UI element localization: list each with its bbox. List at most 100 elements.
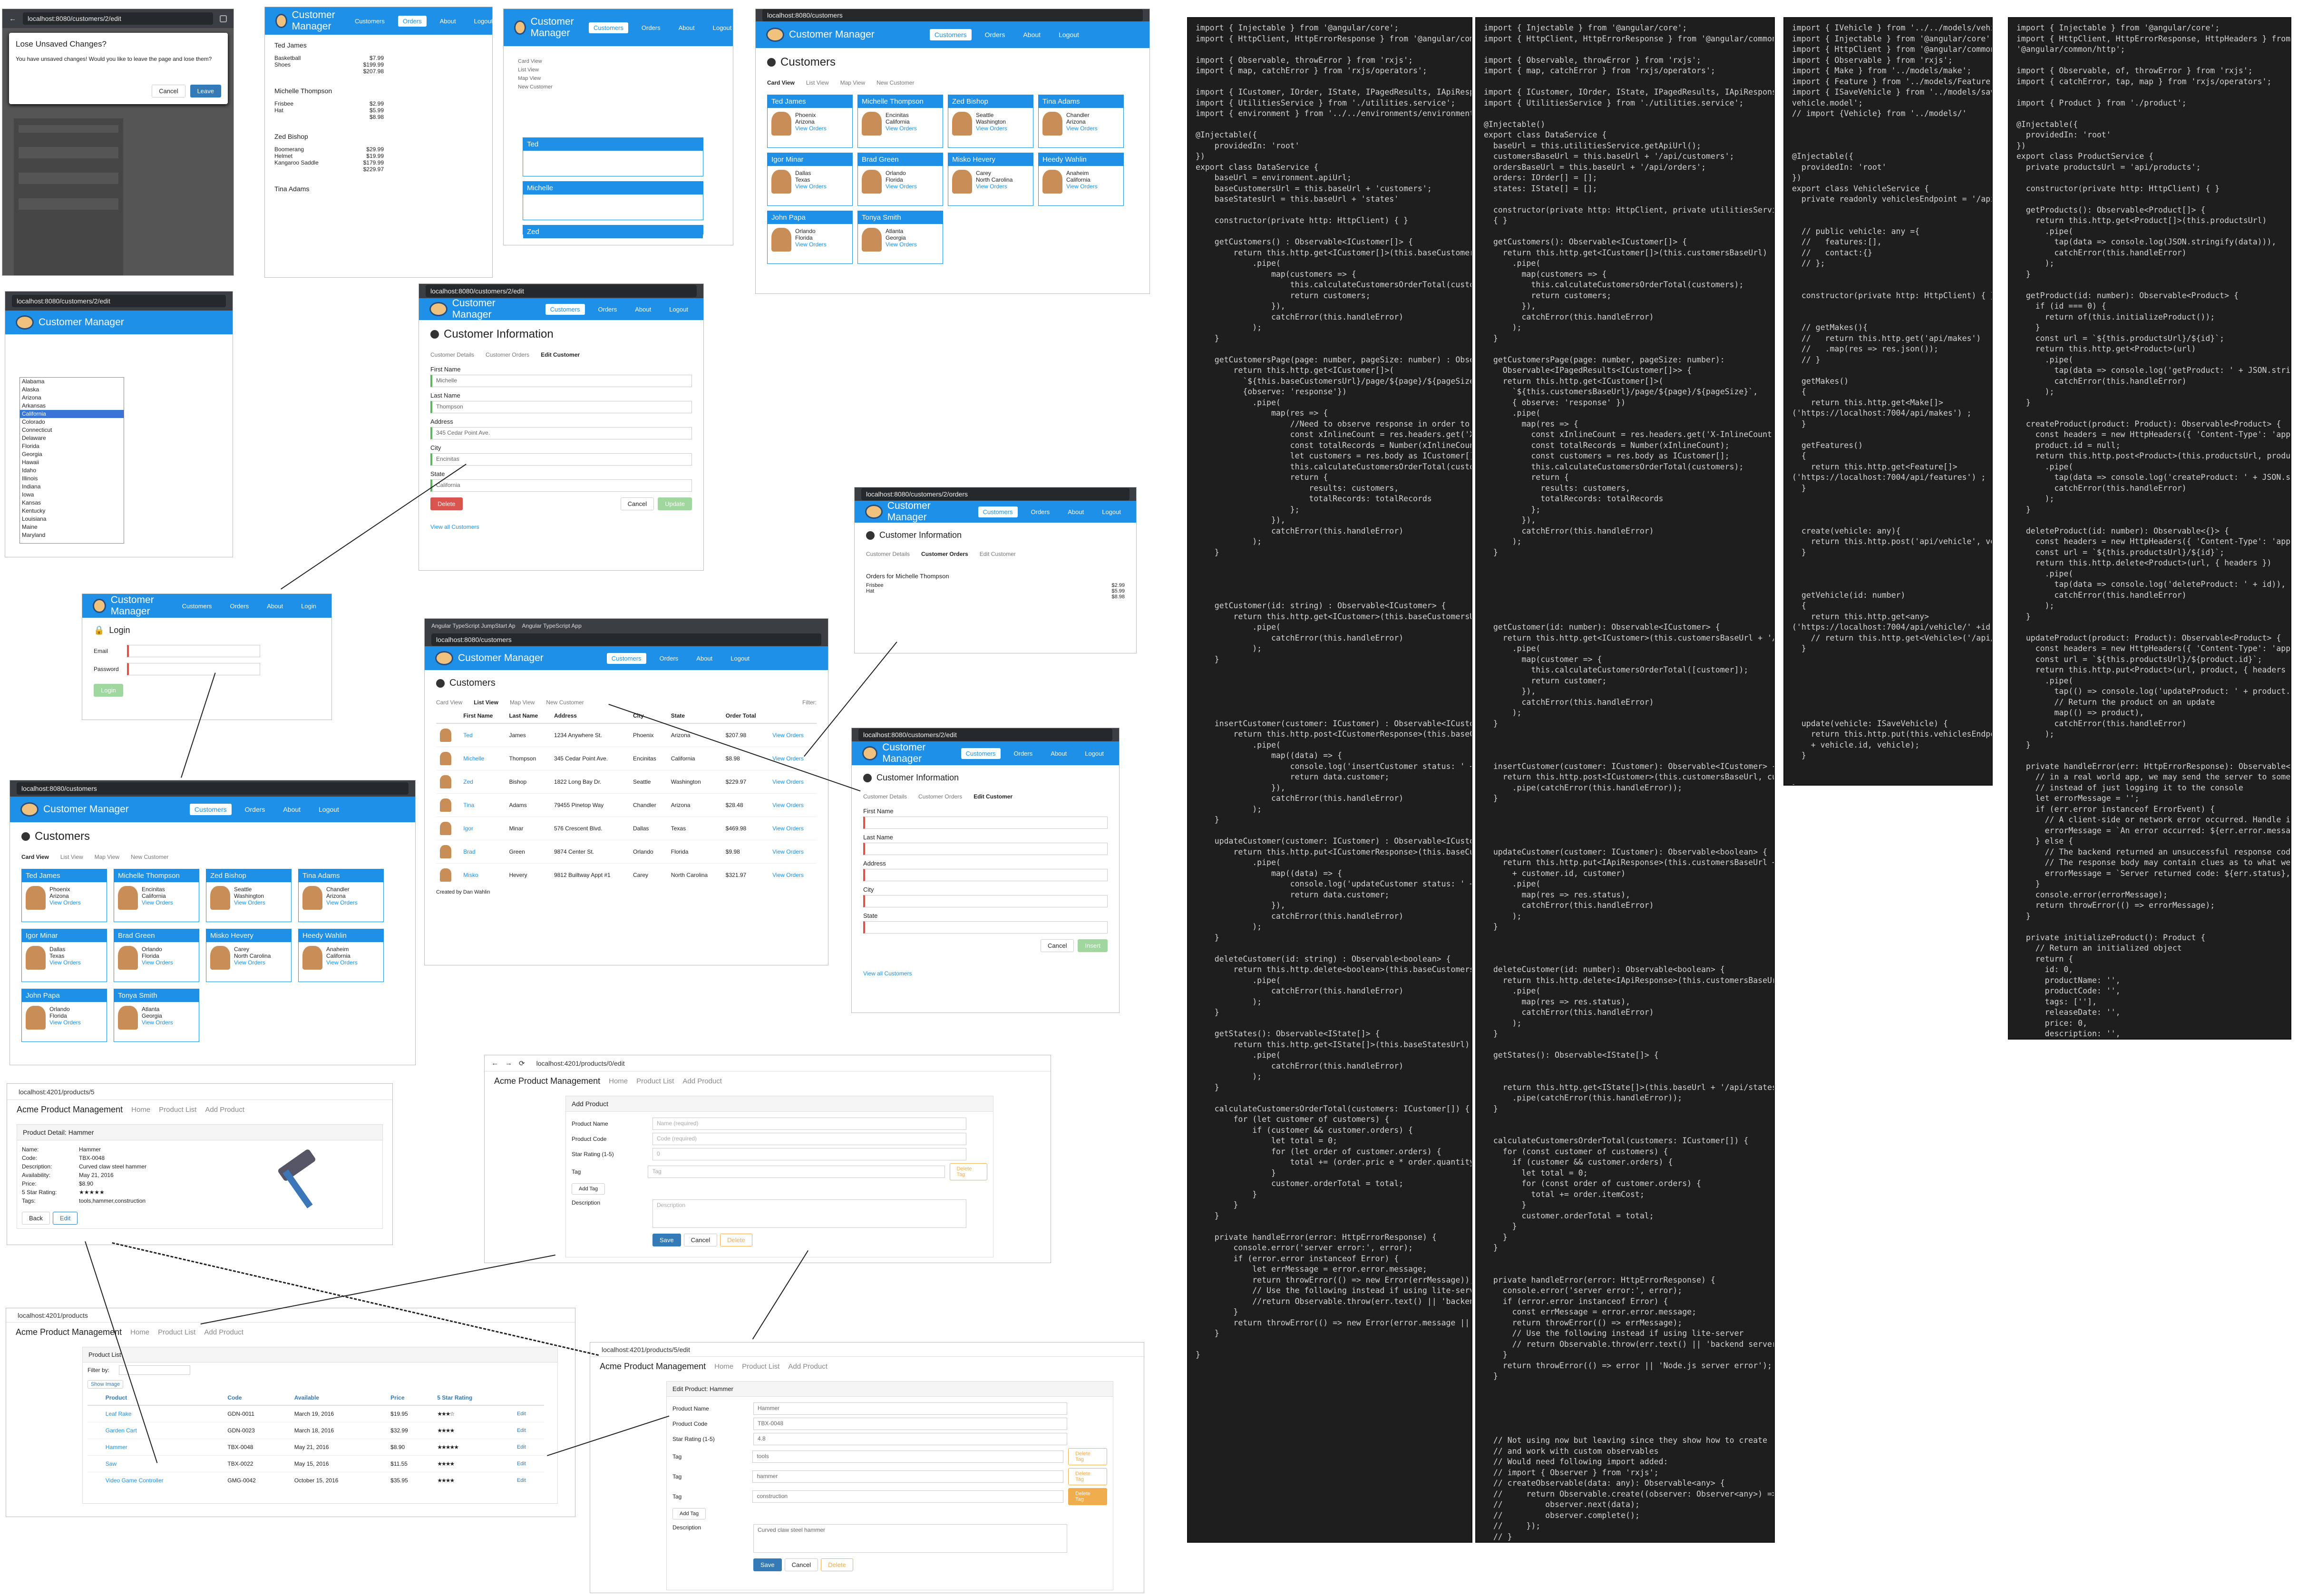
state-option[interactable]: Arizona: [20, 394, 124, 402]
dialog-cancel-button[interactable]: Cancel: [152, 85, 185, 97]
state-option[interactable]: Kentucky: [20, 507, 124, 515]
view-orders-link[interactable]: View Orders: [886, 125, 917, 132]
nav-about[interactable]: About: [630, 304, 656, 315]
acme-brand[interactable]: Acme Product Management: [17, 1105, 123, 1115]
first-name-cell[interactable]: Michelle: [459, 747, 506, 770]
customer-card[interactable]: Michelle Thompson Encinitas California View…: [857, 95, 943, 148]
field-input[interactable]: 0: [652, 1148, 966, 1160]
state-option[interactable]: Hawaii: [20, 458, 124, 467]
last-name-input[interactable]: Thompson: [430, 401, 692, 413]
customer-card[interactable]: Brad Green Orlando Florida View Orders: [857, 153, 943, 206]
menu-icon[interactable]: [220, 15, 227, 22]
description-input[interactable]: Description: [652, 1199, 966, 1228]
brand[interactable]: Customer Manager: [766, 28, 875, 42]
tab-orders[interactable]: Customer Orders: [918, 793, 962, 800]
customer-card[interactable]: Ted James Phoenix Arizona View Orders: [21, 869, 107, 922]
state-select[interactable]: California: [430, 479, 692, 492]
view-orders-link[interactable]: View Orders: [142, 899, 173, 906]
customer-card[interactable]: John Papa Orlando Florida View Orders: [767, 211, 853, 264]
customer-card[interactable]: Ted James Phoenix Arizona View Orders: [767, 95, 853, 148]
tab-list-view[interactable]: List View: [806, 79, 829, 86]
nav-orders[interactable]: Orders: [594, 304, 622, 315]
view-orders-link[interactable]: View Orders: [234, 899, 265, 906]
nav-about[interactable]: About: [1046, 748, 1071, 759]
tab-card-view[interactable]: Card View: [21, 854, 49, 860]
city-input[interactable]: [863, 895, 1108, 907]
view-orders-link[interactable]: View Orders: [326, 899, 358, 906]
url-bar[interactable]: localhost:4201/products/5: [14, 1085, 386, 1098]
delete-tag-button[interactable]: Delete Tag: [1068, 1488, 1107, 1505]
description-input[interactable]: Curved claw steel hammer: [753, 1524, 1067, 1553]
nav-orders[interactable]: Orders: [225, 601, 253, 612]
nav-home[interactable]: Home: [130, 1328, 149, 1336]
card-title[interactable]: Ted James: [22, 869, 107, 882]
tab-map-view[interactable]: Map View: [95, 854, 119, 860]
card-title[interactable]: Michelle Thompson: [114, 869, 199, 882]
nav-about[interactable]: About: [278, 804, 305, 815]
url-bar[interactable]: localhost:4201/products/0/edit: [531, 1057, 1044, 1070]
brand[interactable]: Customer Manager: [93, 594, 169, 617]
view-orders-link[interactable]: View Orders: [49, 899, 81, 906]
delete-tag-button[interactable]: Delete Tag: [1068, 1468, 1107, 1485]
save-button[interactable]: Save: [652, 1234, 681, 1246]
first-name-cell[interactable]: Zed: [459, 770, 506, 794]
card-title[interactable]: Igor Minar: [22, 929, 107, 942]
view-orders-link[interactable]: View Orders: [976, 125, 1007, 132]
cancel-button[interactable]: Cancel: [683, 1234, 718, 1246]
nav-about[interactable]: About: [1018, 29, 1045, 40]
nav-customers[interactable]: Customers: [606, 652, 646, 664]
state-option[interactable]: Arkansas: [20, 402, 124, 410]
delete-button[interactable]: Delete: [430, 497, 463, 510]
url-bar[interactable]: localhost:8080/customers/2/edit: [858, 729, 1112, 741]
field-input[interactable]: hammer: [752, 1470, 1064, 1483]
view-orders-link[interactable]: View Orders: [886, 183, 917, 190]
add-tag-button[interactable]: Add Tag: [672, 1508, 706, 1519]
nav-add-product[interactable]: Add Product: [788, 1362, 828, 1371]
state-option[interactable]: Alaska: [20, 386, 124, 394]
cancel-button[interactable]: Cancel: [1041, 939, 1074, 952]
customer-card[interactable]: Zed Bishop Seattle Washington View Orders: [948, 95, 1033, 148]
nav-logout[interactable]: Logout: [314, 804, 344, 815]
card-title[interactable]: Zed Bishop: [948, 95, 1033, 108]
nav-orders[interactable]: Orders: [980, 29, 1010, 40]
view-orders-link[interactable]: View Orders: [769, 817, 817, 840]
edit-button[interactable]: Edit: [513, 1455, 544, 1472]
nav-logout[interactable]: Logout: [664, 304, 693, 315]
insert-button[interactable]: Insert: [1078, 939, 1108, 952]
nav-customers[interactable]: Customers: [929, 29, 972, 40]
view-orders-link[interactable]: View Orders: [886, 241, 917, 248]
customer-card[interactable]: Misko Hevery Carey North Carolina View Orde…: [948, 153, 1033, 206]
tab-details[interactable]: Customer Details: [866, 551, 910, 557]
cancel-button[interactable]: Cancel: [784, 1558, 818, 1571]
tab-edit[interactable]: Edit Customer: [974, 793, 1013, 800]
customer-card[interactable]: Tina Adams Chandler Arizona View Orders: [1038, 95, 1124, 148]
view-orders-link[interactable]: View Orders: [234, 959, 271, 966]
state-select[interactable]: [863, 921, 1108, 934]
view-orders-link[interactable]: View Orders: [1066, 183, 1098, 190]
customer-card[interactable]: Tonya Smith Atlanta Georgia View Orders: [857, 211, 943, 264]
field-input[interactable]: construction: [752, 1490, 1064, 1503]
customer-card[interactable]: Tonya Smith Atlanta Georgia View Orders: [114, 989, 199, 1042]
nav-customers[interactable]: Customers: [177, 601, 217, 612]
state-option[interactable]: Idaho: [20, 467, 124, 475]
card-title[interactable]: Brad Green: [858, 153, 943, 166]
field-input[interactable]: Hammer: [753, 1402, 1067, 1415]
nav-logout[interactable]: Logout: [1097, 506, 1126, 517]
state-list[interactable]: Alabama Alaska Arizona Arkansas California Co…: [19, 377, 124, 544]
field-input[interactable]: tools: [752, 1450, 1064, 1463]
url-bar[interactable]: localhost:8080/customers/2/edit: [12, 295, 226, 307]
update-button[interactable]: Update: [658, 497, 692, 510]
back-button[interactable]: Back: [22, 1212, 50, 1225]
brand[interactable]: Customer Manager: [20, 802, 129, 817]
state-option[interactable]: Colorado: [20, 418, 124, 426]
state-option[interactable]: Connecticut: [20, 426, 124, 434]
view-orders-link[interactable]: View Orders: [1066, 125, 1098, 132]
forward-icon[interactable]: →: [505, 1059, 512, 1067]
state-option[interactable]: California: [20, 410, 124, 418]
card-title[interactable]: Zed Bishop: [206, 869, 291, 882]
view-orders-link[interactable]: View Orders: [769, 793, 817, 817]
nav-about[interactable]: About: [674, 22, 700, 33]
nav-logout[interactable]: Logout: [1054, 29, 1084, 40]
view-orders-link[interactable]: View Orders: [49, 1019, 81, 1026]
refresh-icon[interactable]: ⟳: [519, 1059, 525, 1068]
